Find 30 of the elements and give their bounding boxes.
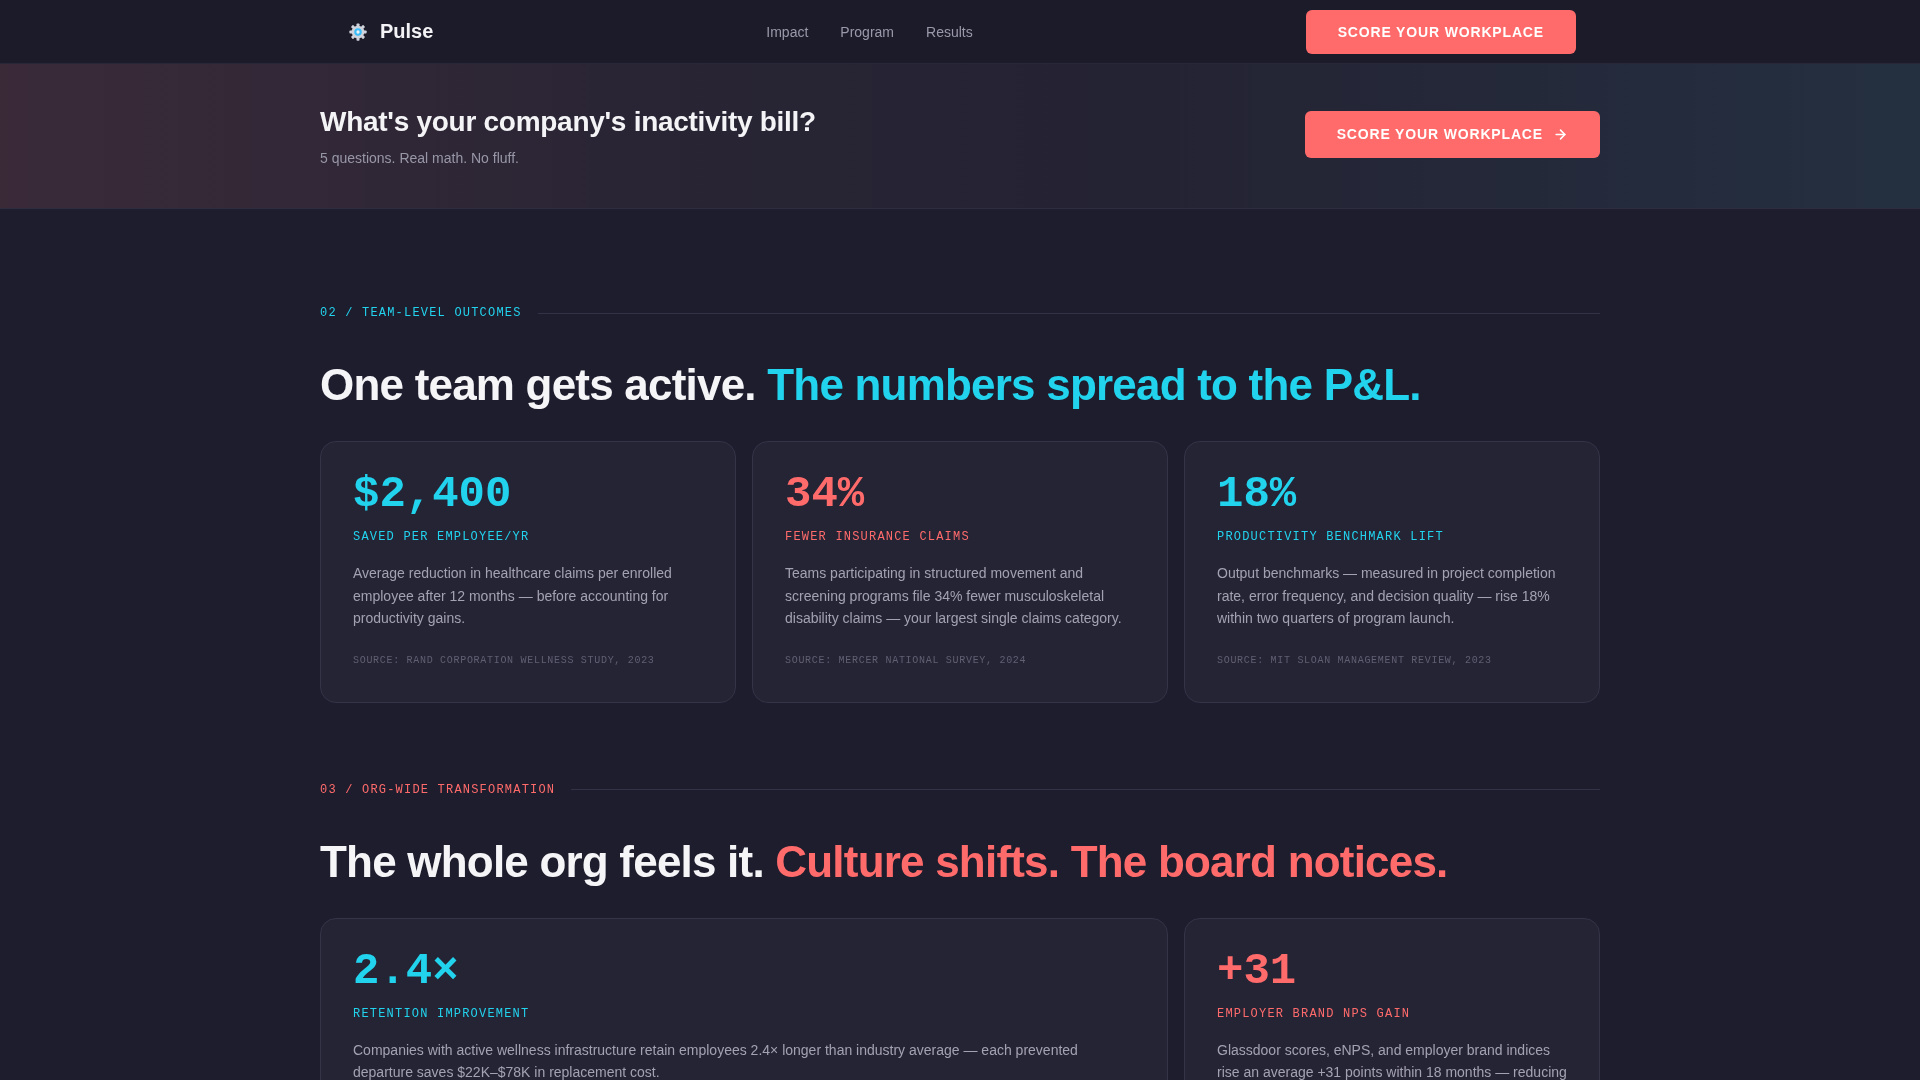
stat-source: SOURCE: RAND CORPORATION WELLNESS STUDY, 2023: [353, 653, 655, 668]
stat-description: Glassdoor scores, eNPS, and employer brand indices rise an average +31 points within 18 months — reducing: [1217, 1040, 1568, 1080]
stat-value: +31: [1217, 948, 1297, 993]
stat-value: 34%: [785, 472, 865, 516]
banner-title: What's your company's inactivity bill?: [320, 104, 816, 139]
stat-description: Teams participating in structured movement and screening programs file 34% fewer musculoskeletal disability claims — your largest single claims category.: [785, 564, 1123, 628]
stat-source: SOURCE: MIT SLOAN MANAGEMENT REVIEW, 2023: [1217, 653, 1492, 668]
stat-description: Companies with active wellness infrastructure retain employees 2.4× longer than industry average — each prevented departure saves $22K–$78K in replacement cost.: [353, 1040, 1079, 1080]
stat-value: $2,400: [353, 472, 512, 516]
section-label: 02 / TEAM-LEVEL OUTCOMES: [320, 305, 522, 322]
section-heading: The whole org feels it. Culture shifts. The board notices.: [320, 837, 1449, 886]
nav-link[interactable]: Impact: [766, 23, 809, 40]
stat-label: SAVED PER EMPLOYEE/YR: [353, 529, 530, 546]
arrow-right-icon: [1553, 126, 1568, 142]
stat-description: Output benchmarks — measured in project completion rate, error frequency, and decision quality — rise 18% within two quarters of program launch.: [1217, 564, 1557, 628]
stat-value: 18%: [1217, 472, 1297, 516]
stat-label: RETENTION IMPROVEMENT: [353, 1005, 530, 1023]
stat-label: FEWER INSURANCE CLAIMS: [785, 529, 970, 546]
stat-source: SOURCE: MERCER NATIONAL SURVEY, 2024: [785, 653, 1027, 668]
stat-description: Average reduction in healthcare claims per enrolled employee after 12 months — before accounting for productivity gains.: [353, 564, 673, 628]
stat-label: PRODUCTIVITY BENCHMARK LIFT: [1217, 529, 1444, 546]
brand-name: Pulse: [380, 20, 434, 43]
nav-link[interactable]: Program: [840, 23, 894, 40]
stat-label: EMPLOYER BRAND NPS GAIN: [1217, 1005, 1411, 1023]
stat-value: 2.4×: [353, 948, 459, 993]
section-heading: One team gets active. The numbers spread to the P&L.: [320, 361, 1422, 409]
section-label: 03 / ORG-WIDE TRANSFORMATION: [320, 781, 556, 799]
banner-subtitle: 5 questions. Real math. No fluff.: [320, 148, 520, 168]
nav-link[interactable]: Results: [926, 23, 973, 40]
gear-icon: [349, 22, 367, 41]
